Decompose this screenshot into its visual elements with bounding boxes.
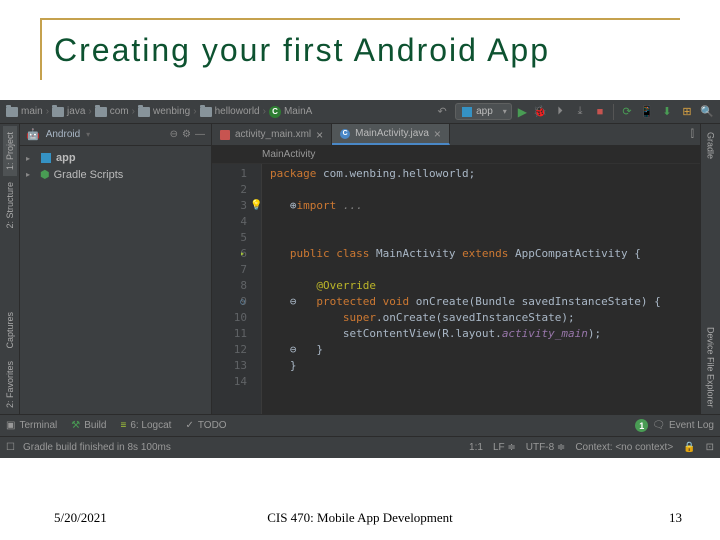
run-button[interactable]: ▶ xyxy=(518,105,527,119)
toolbar: main › java › com › wenbing › helloworld… xyxy=(0,100,720,124)
slide-title: Creating your first Android App xyxy=(0,0,720,81)
device-explorer-tool-tab[interactable]: Device File Explorer xyxy=(704,321,718,414)
lock-icon[interactable]: 🔒 xyxy=(683,442,695,453)
status-bar: ☐ Gradle build finished in 8s 100ms 1:1 … xyxy=(0,436,720,458)
tab-activity-main-xml[interactable]: activity_main.xml × xyxy=(212,124,332,145)
captures-tool-tab[interactable]: Captures xyxy=(3,306,17,355)
lightbulb-icon[interactable]: 💡 xyxy=(250,198,262,214)
memory-indicator[interactable]: ⊡ xyxy=(706,442,714,453)
close-icon[interactable]: × xyxy=(434,127,441,141)
debug-button[interactable]: 🐞 xyxy=(533,105,547,119)
folder-icon xyxy=(6,107,18,117)
gear-icon[interactable]: ⚙ xyxy=(182,129,191,140)
profile-button[interactable]: ⏵ xyxy=(553,105,567,119)
editor-tabs: activity_main.xml × C MainActivity.java … xyxy=(212,124,700,146)
eventlog-tab[interactable]: 🗨Event Log xyxy=(652,420,714,431)
split-vertical-icon[interactable]: ⫿ xyxy=(685,124,700,145)
eventlog-icon: 🗨 xyxy=(652,420,665,431)
hide-icon[interactable]: — xyxy=(195,129,205,140)
build-icon: ⚒ xyxy=(71,420,80,431)
project-panel: 🤖 Android ▾ ⊖ ⚙ — ▸ app ▸ ⬢ Gradl xyxy=(20,124,212,414)
editor-area: activity_main.xml × C MainActivity.java … xyxy=(212,124,700,414)
footer-date: 5/20/2021 xyxy=(54,510,107,526)
back-icon[interactable]: ↶ xyxy=(435,105,449,119)
sync-gradle-button[interactable]: ⟳ xyxy=(620,105,634,119)
code-editor[interactable]: package com.wenbing.helloworld; 💡 ⊕impor… xyxy=(262,164,669,414)
structure-tool-tab[interactable]: 2: Structure xyxy=(3,176,17,235)
override-gutter-icon[interactable]: ○ xyxy=(240,294,245,310)
close-icon[interactable]: × xyxy=(316,128,323,142)
encoding[interactable]: UTF-8 ≑ xyxy=(526,442,566,453)
avd-manager-button[interactable]: 📱 xyxy=(640,105,654,119)
favorites-tool-tab[interactable]: 2: Favorites xyxy=(3,355,17,414)
status-message: Gradle build finished in 8s 100ms xyxy=(23,442,171,453)
status-icon[interactable]: ☐ xyxy=(6,442,15,453)
right-tool-strip: Gradle Device File Explorer xyxy=(700,124,720,414)
notification-badge[interactable]: 1 xyxy=(635,419,648,432)
structure-button[interactable]: ⊞ xyxy=(680,105,694,119)
todo-icon: ✓ xyxy=(185,420,193,431)
class-icon: C xyxy=(269,106,281,118)
gradle-tool-tab[interactable]: Gradle xyxy=(704,126,718,165)
caret-position[interactable]: 1:1 xyxy=(469,442,483,453)
todo-tab[interactable]: ✓TODO xyxy=(185,420,226,431)
slide-footer: 5/20/2021 CIS 470: Mobile App Developmen… xyxy=(0,510,720,526)
bottom-tool-tabs: ▣Terminal ⚒Build ≡6: Logcat ✓TODO 1 🗨Eve… xyxy=(0,414,720,436)
android-icon: 🤖 xyxy=(26,128,40,141)
line-ending[interactable]: LF ≑ xyxy=(493,442,516,453)
build-tab[interactable]: ⚒Build xyxy=(71,420,106,431)
logcat-icon: ≡ xyxy=(120,420,126,431)
run-config-dropdown[interactable]: app xyxy=(455,103,512,120)
tree-item-app[interactable]: ▸ app xyxy=(20,150,211,166)
module-icon xyxy=(40,152,52,164)
folder-icon xyxy=(200,107,212,117)
java-class-icon: C xyxy=(340,129,350,139)
folder-icon xyxy=(138,107,150,117)
app-icon xyxy=(462,107,472,117)
folder-icon xyxy=(52,107,64,117)
stop-button[interactable]: ■ xyxy=(593,105,607,119)
collapse-icon[interactable]: ⊖ xyxy=(170,129,178,140)
gradle-icon: ⬢ xyxy=(40,168,50,181)
android-studio-ide: main › java › com › wenbing › helloworld… xyxy=(0,100,720,458)
footer-page: 13 xyxy=(669,510,682,526)
search-button[interactable]: 🔍 xyxy=(700,105,714,119)
xml-icon xyxy=(220,130,230,140)
tree-item-gradle[interactable]: ▸ ⬢ Gradle Scripts xyxy=(20,166,211,183)
package-bar[interactable]: MainActivity xyxy=(212,146,700,164)
terminal-tab[interactable]: ▣Terminal xyxy=(6,420,57,431)
left-tool-strip: 1: Project 2: Structure Captures 2: Favo… xyxy=(0,124,20,414)
run-gutter-icon[interactable]: ▸ xyxy=(240,246,245,262)
logcat-tab[interactable]: ≡6: Logcat xyxy=(120,420,171,431)
tab-mainactivity-java[interactable]: C MainActivity.java × xyxy=(332,124,450,145)
sdk-manager-button[interactable]: ⬇ xyxy=(660,105,674,119)
footer-course: CIS 470: Mobile App Development xyxy=(267,510,453,526)
attach-debugger-button[interactable]: ⤓ xyxy=(573,105,587,119)
context[interactable]: Context: <no context> xyxy=(575,442,673,453)
folder-icon xyxy=(95,107,107,117)
panel-title[interactable]: Android xyxy=(46,129,80,140)
project-tool-tab[interactable]: 1: Project xyxy=(3,126,17,176)
breadcrumb[interactable]: main › java › com › wenbing › helloworld… xyxy=(6,106,312,118)
terminal-icon: ▣ xyxy=(6,420,15,431)
